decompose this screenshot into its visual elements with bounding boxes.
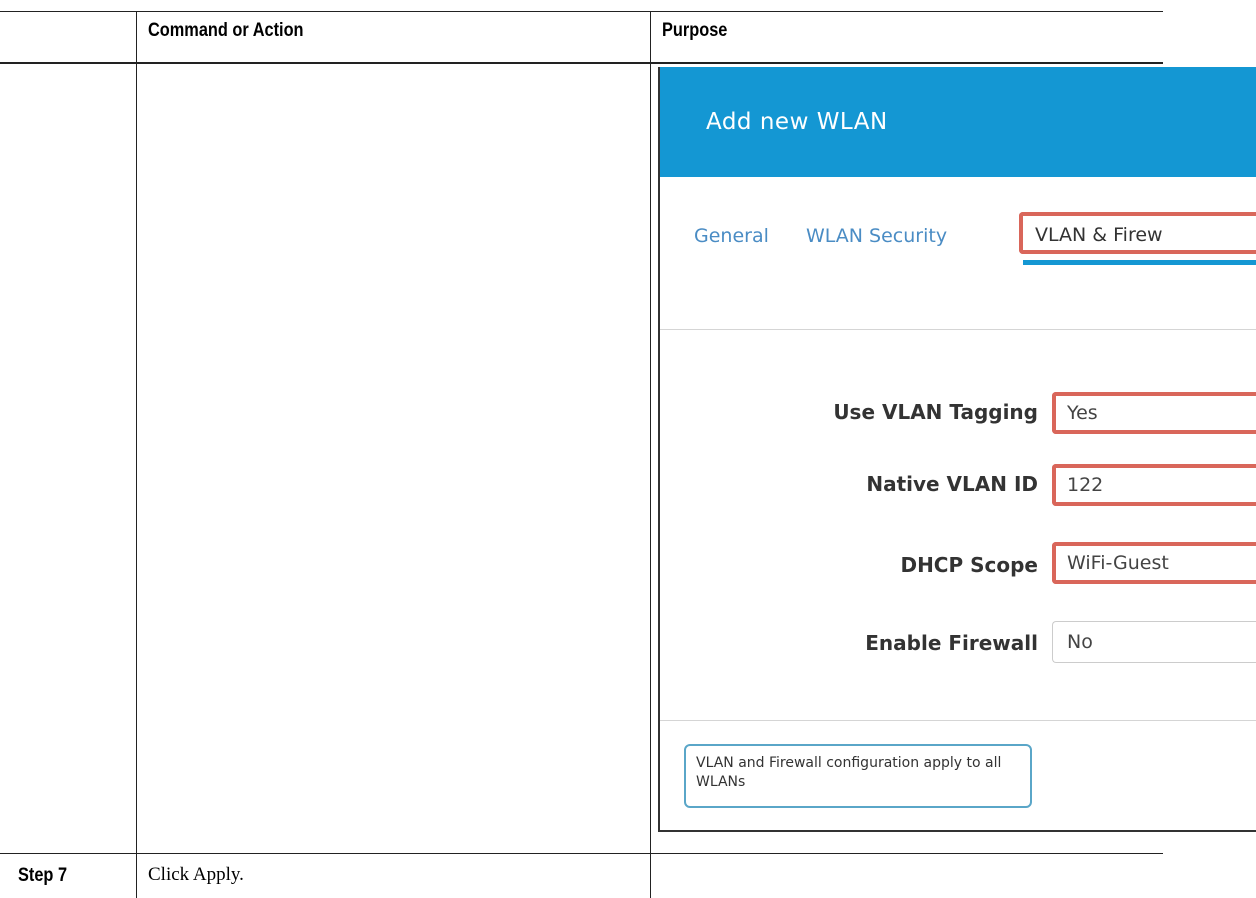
native-vlan-id-input[interactable]: 122 [1052, 464, 1256, 506]
step-text: Click Apply. [148, 864, 244, 885]
dhcp-scope-select[interactable]: WiFi-Guest [1052, 542, 1256, 584]
tab-vlan-firewall[interactable]: VLAN & Firew [1019, 212, 1256, 254]
table-column-divider-1 [136, 12, 137, 898]
wlan-screenshot: Add new WLAN General WLAN Security VLAN … [658, 67, 1256, 832]
table-top-border [0, 11, 1163, 12]
tab-general[interactable]: General [694, 225, 769, 247]
native-vlan-id-label: Native VLAN ID [866, 472, 1038, 496]
use-vlan-tagging-label: Use VLAN Tagging [833, 400, 1038, 424]
section-divider [660, 720, 1256, 721]
enable-firewall-label: Enable Firewall [865, 631, 1038, 655]
dialog-header: Add new WLAN [660, 67, 1256, 177]
table-row-separator [0, 853, 1163, 854]
info-note: VLAN and Firewall configuration apply to… [684, 744, 1032, 808]
section-divider [660, 329, 1256, 330]
header-command-or-action: Command or Action [148, 20, 304, 41]
tab-wlan-security[interactable]: WLAN Security [806, 225, 947, 247]
dialog-title: Add new WLAN [706, 109, 888, 135]
header-purpose: Purpose [662, 20, 728, 41]
table-column-divider-2 [650, 12, 651, 898]
table-header-border [0, 62, 1163, 64]
enable-firewall-select[interactable]: No [1052, 621, 1256, 663]
dhcp-scope-label: DHCP Scope [900, 553, 1038, 577]
use-vlan-tagging-select[interactable]: Yes [1052, 392, 1256, 434]
active-tab-indicator [1023, 260, 1256, 265]
step-label: Step 7 [18, 865, 68, 886]
